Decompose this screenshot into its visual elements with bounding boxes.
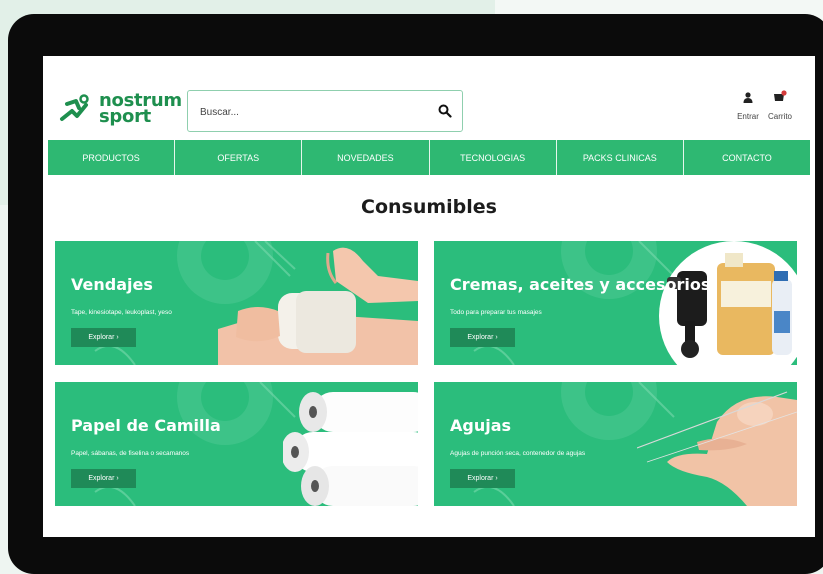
category-card-cremas[interactable]: Cremas, aceites y accesorios Todo para p… (434, 241, 797, 365)
main-navigation: PRODUCTOS OFERTAS NOVEDADES TECNOLOGIAS … (48, 140, 810, 175)
page-title: Consumibles (361, 196, 497, 218)
nav-item-tecnologias[interactable]: TECNOLOGIAS (428, 140, 556, 175)
search-input[interactable] (198, 102, 432, 122)
nav-item-novedades[interactable]: NOVEDADES (301, 140, 428, 175)
cart-label: Carrito (767, 112, 792, 121)
needle-hand-image (637, 391, 797, 506)
category-card-agujas[interactable]: Agujas Agujas de punción seca, contenedo… (434, 382, 797, 506)
explore-button[interactable]: Explorar › (450, 328, 515, 347)
card-subtitle: Agujas de punción seca, contenedor de ag… (450, 450, 586, 457)
explore-button[interactable]: Explorar › (450, 469, 515, 488)
card-subtitle: Papel, sábanas, de fiselina o secamanos (71, 450, 190, 457)
card-title: Vendajes (71, 275, 153, 294)
category-card-vendajes[interactable]: Vendajes Tape, kinesiotape, leukoplast, … (55, 241, 418, 365)
explore-button[interactable]: Explorar › (71, 469, 136, 488)
explore-button[interactable]: Explorar › (71, 328, 136, 347)
nav-item-productos[interactable]: PRODUCTOS (48, 140, 174, 175)
login-button[interactable]: Entrar (731, 90, 765, 121)
nav-item-packs-clinicas[interactable]: PACKS CLINICAS (555, 140, 683, 175)
card-title: Papel de Camilla (71, 416, 221, 435)
user-icon (743, 92, 753, 103)
massage-products-image (667, 253, 792, 358)
nav-item-ofertas[interactable]: OFERTAS (174, 140, 301, 175)
user-actions: Entrar Carrito (733, 90, 793, 130)
nav-item-contacto[interactable]: CONTACTO (682, 140, 810, 175)
search-box (187, 90, 463, 132)
login-label: Entrar (737, 112, 759, 121)
site-header: nostrum sport Entrar (43, 56, 815, 140)
cart-icon (774, 90, 787, 101)
category-card-papel-de-camilla[interactable]: Papel de Camilla Papel, sábanas, de fise… (55, 382, 418, 506)
website-screen: nostrum sport Entrar (43, 56, 815, 537)
search-icon[interactable] (438, 104, 452, 118)
laptop-bezel: nostrum sport Entrar (8, 14, 823, 574)
card-subtitle: Tape, kinesiotape, leukoplast, yeso (71, 309, 172, 316)
brand-name-line2: sport (99, 106, 151, 127)
runner-logo-icon (60, 94, 89, 121)
bandaged-arm-image (218, 247, 418, 365)
card-title: Agujas (450, 416, 512, 435)
cart-button[interactable]: Carrito (763, 90, 797, 121)
site-logo[interactable]: nostrum sport (59, 89, 182, 129)
card-title: Cremas, aceites y accesorios (450, 275, 711, 294)
card-subtitle: Todo para preparar tus masajes (450, 309, 542, 316)
paper-rolls-image (283, 392, 418, 506)
